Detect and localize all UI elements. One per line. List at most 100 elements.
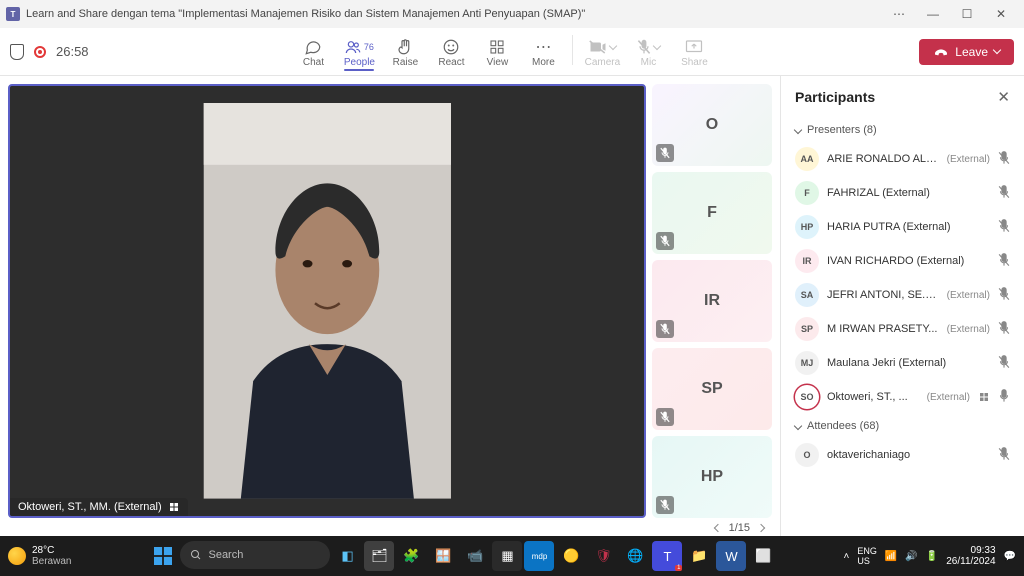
search-icon (190, 549, 202, 561)
people-count: 76 (364, 42, 374, 52)
participant-row[interactable]: SA JEFRI ANTONI, SE., ... (External) (785, 278, 1020, 312)
teams-app-icon: T (6, 7, 20, 21)
panel-close-button[interactable]: ✕ (997, 88, 1010, 106)
participant-name: IVAN RICHARDO (External) (827, 255, 982, 267)
participant-mic-icon (998, 253, 1010, 270)
participant-row[interactable]: O oktaverichaniago (785, 438, 1020, 472)
camera-label: Camera (585, 57, 621, 68)
taskbar-center: Search ◧ 🗂 🧩 🪟 📹 ▦ mdp 🟡 🛡 🌐 T1 📁 W ⬜ (83, 541, 843, 571)
avatar: F (795, 181, 819, 205)
avatar: IR (795, 249, 819, 273)
chat-button[interactable]: Chat (290, 35, 336, 68)
pin-icon (168, 501, 180, 513)
taskbar-app-icon[interactable]: ◧ (332, 541, 362, 571)
participant-external-badge: (External) (947, 290, 990, 301)
participant-row[interactable]: F FAHRIZAL (External) (785, 176, 1020, 210)
taskbar-app-icon[interactable]: 🟡 (556, 541, 586, 571)
tray-chevron-icon[interactable]: ˄ (844, 551, 850, 562)
tray-clock[interactable]: 09:33 26/11/2024 (946, 545, 995, 567)
participant-tiles: OFIRSPHP (652, 84, 772, 518)
react-button[interactable]: React (428, 35, 474, 68)
participant-name: HARIA PUTRA (External) (827, 221, 982, 233)
participant-external-badge: (External) (947, 154, 990, 165)
react-label: React (438, 57, 464, 68)
participant-tile[interactable]: F (652, 172, 772, 254)
view-button[interactable]: View (474, 35, 520, 68)
participant-row[interactable]: SO Oktoweri, ST., ... (External) (785, 380, 1020, 414)
speaker-name-overlay: Oktoweri, ST., MM. (External) (10, 498, 188, 516)
window-more-button[interactable]: ⋯ (882, 0, 916, 28)
window-close-button[interactable]: ✕ (984, 0, 1018, 28)
attendees-header[interactable]: Attendees (68) (785, 414, 1020, 438)
avatar: HP (795, 215, 819, 239)
meeting-toolbar: 26:58 Chat 76 People Raise React (0, 28, 1024, 76)
leave-button[interactable]: Leave (919, 39, 1014, 65)
taskbar-app-icon[interactable]: ⬜ (748, 541, 778, 571)
speaker-video-placeholder (153, 103, 502, 499)
participant-row[interactable]: IR IVAN RICHARDO (External) (785, 244, 1020, 278)
taskbar-app-icon[interactable]: 🛡 (588, 541, 618, 571)
search-placeholder: Search (208, 549, 243, 561)
participant-row[interactable]: AA ARIE RONALDO ALB... (External) (785, 142, 1020, 176)
share-button[interactable]: Share (671, 35, 717, 68)
taskbar-teams-icon[interactable]: T1 (652, 541, 682, 571)
avatar: SO (795, 385, 819, 409)
windows-taskbar: 28°CBerawan Search ◧ 🗂 🧩 🪟 📹 ▦ mdp 🟡 🛡 🌐… (0, 536, 1024, 576)
people-button[interactable]: 76 People (336, 35, 382, 68)
taskbar-app-icon[interactable]: 📹 (460, 541, 490, 571)
participant-name: ARIE RONALDO ALB... (827, 153, 939, 165)
tray-date: 26/11/2024 (946, 556, 995, 567)
avatar: AA (795, 147, 819, 171)
mic-muted-icon (656, 320, 674, 338)
camera-button[interactable]: Camera (579, 35, 625, 68)
pager-text: 1/15 (729, 522, 750, 534)
taskbar-app-icon[interactable]: mdp (524, 541, 554, 571)
tray-time: 09:33 (946, 545, 995, 556)
window-minimize-button[interactable]: — (916, 0, 950, 28)
taskbar-weather[interactable]: 28°CBerawan (8, 545, 71, 567)
taskbar-app-icon[interactable]: 🗂 (364, 541, 394, 571)
participant-row[interactable]: HP HARIA PUTRA (External) (785, 210, 1020, 244)
taskbar-word-icon[interactable]: W (716, 541, 746, 571)
participant-mic-icon (998, 447, 1010, 464)
tray-battery-icon[interactable]: 🔋 (926, 551, 938, 562)
participant-name: oktaverichaniago (827, 449, 982, 461)
taskbar-app-icon[interactable]: ▦ (492, 541, 522, 571)
participant-row[interactable]: MJ Maulana Jekri (External) (785, 346, 1020, 380)
participant-tile[interactable]: IR (652, 260, 772, 342)
people-icon: 76 (345, 37, 374, 57)
taskbar-search[interactable]: Search (180, 541, 330, 569)
share-screen-icon (685, 37, 703, 57)
view-icon (489, 37, 505, 57)
share-label: Share (681, 57, 708, 68)
taskbar-app-icon[interactable]: 🌐 (620, 541, 650, 571)
window-maximize-button[interactable]: ☐ (950, 0, 984, 28)
taskbar-app-icon[interactable]: 🧩 (396, 541, 426, 571)
taskbar-explorer-icon[interactable]: 📁 (684, 541, 714, 571)
shield-icon (10, 44, 24, 60)
presenters-header[interactable]: Presenters (8) (785, 118, 1020, 142)
mic-label: Mic (641, 57, 657, 68)
tray-wifi-icon[interactable]: 📶 (885, 551, 897, 562)
participant-tile[interactable]: O (652, 84, 772, 166)
taskbar-app-icon[interactable]: 🪟 (428, 541, 458, 571)
avatar: MJ (795, 351, 819, 375)
participant-tile[interactable]: HP (652, 436, 772, 518)
pager-prev-button[interactable] (713, 524, 721, 532)
raise-hand-button[interactable]: Raise (382, 35, 428, 68)
participant-row[interactable]: SP M IRWAN PRASETY... (External) (785, 312, 1020, 346)
tray-notifications-icon[interactable]: 💬 (1004, 551, 1016, 562)
mic-button[interactable]: Mic (625, 35, 671, 68)
speaker-name-text: Oktoweri, ST., MM. (External) (18, 501, 162, 513)
participant-mic-icon (998, 151, 1010, 168)
more-button[interactable]: ⋯ More (520, 35, 566, 68)
pager-next-button[interactable] (757, 524, 765, 532)
participants-list[interactable]: Presenters (8) AA ARIE RONALDO ALB... (E… (781, 118, 1024, 536)
system-tray[interactable]: ˄ ENGUS 📶 🔊 🔋 09:33 26/11/2024 💬 (844, 545, 1016, 567)
tray-language[interactable]: ENGUS (857, 546, 877, 566)
participant-tile[interactable]: SP (652, 348, 772, 430)
tray-volume-icon[interactable]: 🔊 (905, 551, 917, 562)
active-speaker-video[interactable]: Oktoweri, ST., MM. (External) (8, 84, 646, 518)
start-button[interactable] (148, 541, 178, 571)
recording-indicator-icon (34, 46, 46, 58)
